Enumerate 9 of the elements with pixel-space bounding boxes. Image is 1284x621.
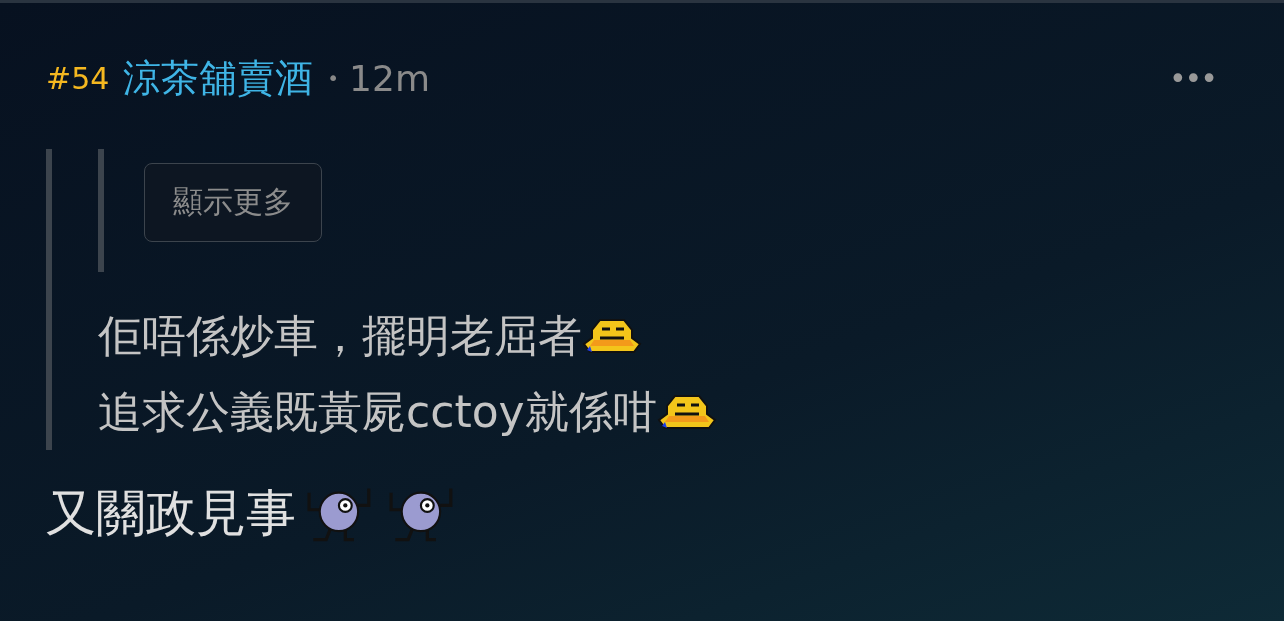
post-text: 又關政見事 (46, 483, 296, 544)
post-number: #54 (46, 60, 110, 96)
quote-text: 追求公義既黃屍cctoy就係咁 (98, 384, 657, 439)
more-menu-button[interactable]: ••• (1168, 60, 1216, 96)
separator-dot: • (327, 66, 340, 90)
author-name[interactable]: 涼茶舖賣酒 (123, 52, 314, 104)
show-more-button[interactable]: 顯示更多 (144, 163, 322, 242)
quote-text: 佢唔係炒車，擺明老屈者 (98, 308, 582, 363)
post-time: 12m (349, 57, 430, 99)
